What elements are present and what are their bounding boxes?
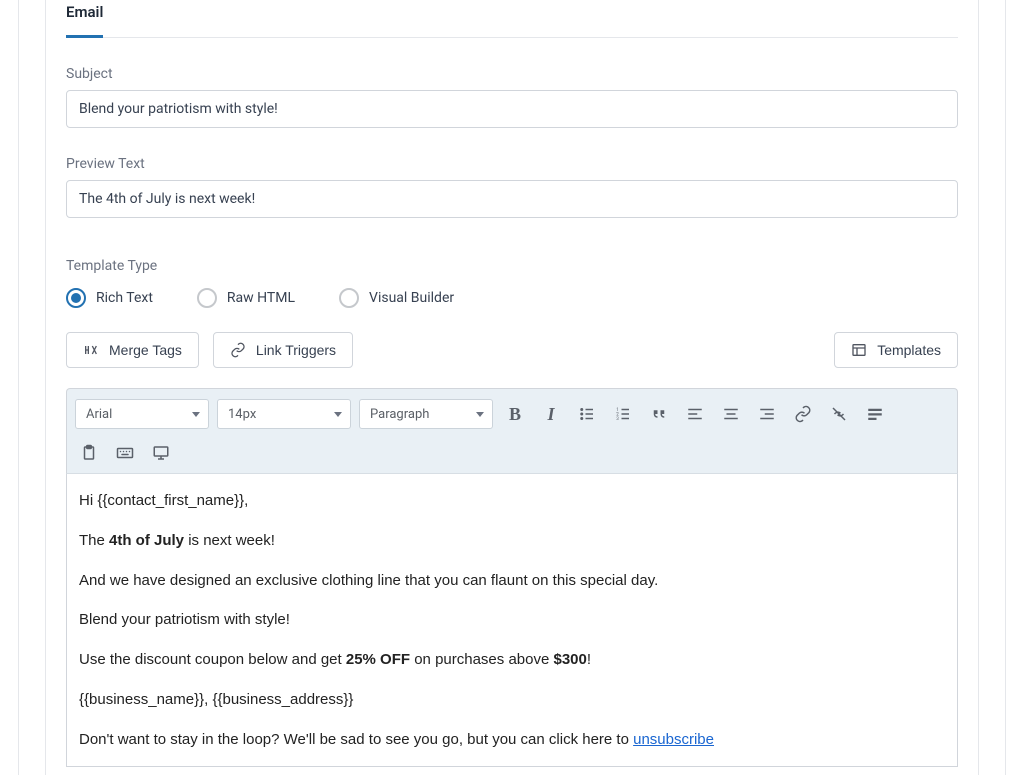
block-format-select[interactable]: Paragraph: [359, 399, 493, 429]
link-triggers-label: Link Triggers: [256, 342, 336, 358]
block-format-value: Paragraph: [370, 407, 429, 422]
subject-label: Subject: [66, 66, 958, 82]
subject-input[interactable]: [66, 90, 958, 128]
align-left-button[interactable]: [681, 400, 709, 428]
radio-raw-html-label: Raw HTML: [227, 290, 295, 306]
editor-toolbar: Arial 14px Paragraph B I 123: [66, 388, 958, 473]
bullet-list-icon: [578, 405, 596, 423]
italic-icon: I: [547, 404, 554, 425]
body-line: {{business_name}}, {{business_address}}: [79, 689, 945, 711]
radio-dot-icon: [66, 288, 86, 308]
align-center-icon: [722, 405, 740, 423]
number-list-button[interactable]: 123: [609, 400, 637, 428]
radio-raw-html[interactable]: Raw HTML: [197, 288, 295, 308]
more-formatting-button[interactable]: [861, 400, 889, 428]
preview-text-input[interactable]: [66, 180, 958, 218]
preview-text-label: Preview Text: [66, 156, 958, 172]
keyboard-icon: [116, 444, 134, 462]
link-icon: [230, 342, 246, 358]
paste-button[interactable]: [75, 439, 103, 467]
layout-icon: [851, 342, 867, 358]
quote-icon: [650, 405, 668, 423]
editor-content[interactable]: Hi {{contact_first_name}}, The 4th of Ju…: [66, 473, 958, 767]
body-line: Hi {{contact_first_name}},: [79, 490, 945, 512]
blockquote-button[interactable]: [645, 400, 673, 428]
variables-icon: [83, 342, 99, 358]
chevron-down-icon: [334, 412, 342, 417]
align-right-icon: [758, 405, 776, 423]
chevron-down-icon: [192, 412, 200, 417]
radio-visual-builder-label: Visual Builder: [369, 290, 454, 306]
radio-circle-icon: [197, 288, 217, 308]
body-line: Blend your patriotism with style!: [79, 609, 945, 631]
templates-label: Templates: [877, 342, 941, 358]
number-list-icon: 123: [614, 405, 632, 423]
monitor-icon: [152, 444, 170, 462]
templates-button[interactable]: Templates: [834, 332, 958, 368]
align-center-button[interactable]: [717, 400, 745, 428]
template-type-label: Template Type: [66, 258, 958, 274]
radio-rich-text-label: Rich Text: [96, 290, 153, 306]
svg-text:3: 3: [616, 416, 619, 422]
link-icon: [794, 405, 812, 423]
italic-button[interactable]: I: [537, 400, 565, 428]
keyboard-button[interactable]: [111, 439, 139, 467]
fullscreen-button[interactable]: [147, 439, 175, 467]
align-left-icon: [686, 405, 704, 423]
font-size-value: 14px: [228, 407, 256, 422]
body-line: Use the discount coupon below and get 25…: [79, 649, 945, 671]
insert-link-button[interactable]: [789, 400, 817, 428]
unlink-icon: [830, 405, 848, 423]
body-line: Don't want to stay in the loop? We'll be…: [79, 729, 945, 751]
chevron-down-icon: [476, 412, 484, 417]
tabs: Email: [66, 0, 958, 38]
body-line: The 4th of July is next week!: [79, 530, 945, 552]
font-family-value: Arial: [86, 407, 112, 422]
tab-email[interactable]: Email: [66, 3, 103, 38]
unlink-button[interactable]: [825, 400, 853, 428]
align-right-button[interactable]: [753, 400, 781, 428]
clipboard-icon: [80, 444, 98, 462]
link-triggers-button[interactable]: Link Triggers: [213, 332, 353, 368]
merge-tags-label: Merge Tags: [109, 342, 182, 358]
bold-icon: B: [509, 404, 521, 425]
merge-tags-button[interactable]: Merge Tags: [66, 332, 199, 368]
body-line: And we have designed an exclusive clothi…: [79, 570, 945, 592]
unsubscribe-link[interactable]: unsubscribe: [633, 731, 714, 748]
paragraph-icon: [866, 405, 884, 423]
radio-circle-icon: [339, 288, 359, 308]
bullet-list-button[interactable]: [573, 400, 601, 428]
radio-visual-builder[interactable]: Visual Builder: [339, 288, 454, 308]
font-size-select[interactable]: 14px: [217, 399, 351, 429]
bold-button[interactable]: B: [501, 400, 529, 428]
radio-rich-text[interactable]: Rich Text: [66, 288, 153, 308]
font-family-select[interactable]: Arial: [75, 399, 209, 429]
